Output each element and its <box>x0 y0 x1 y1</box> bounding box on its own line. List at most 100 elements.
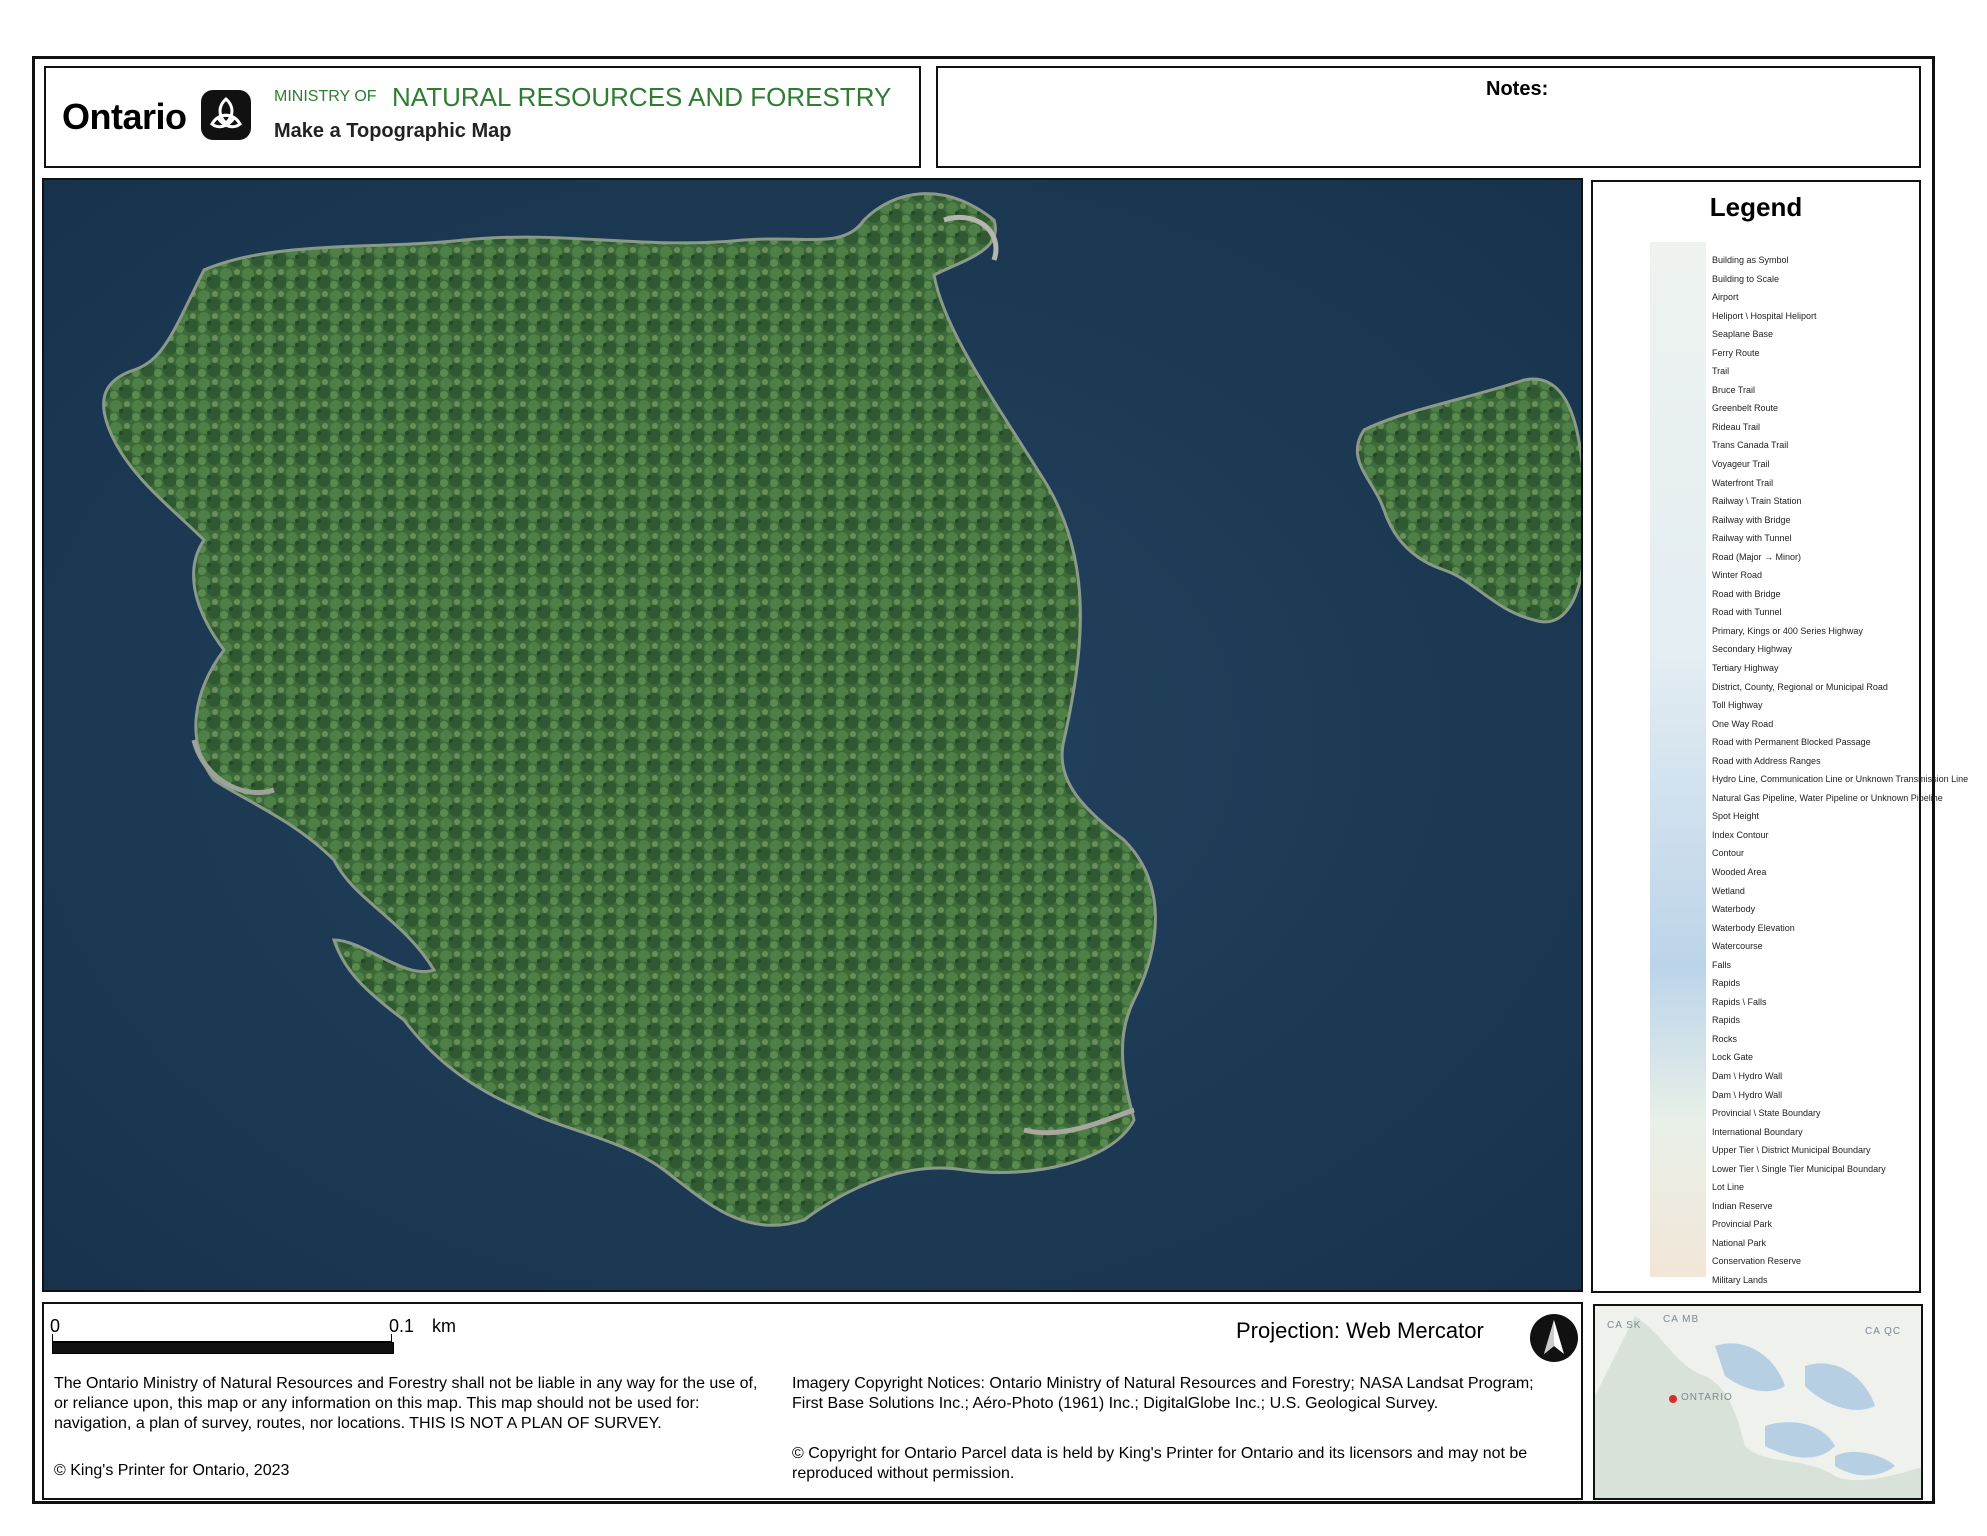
legend-item: Railway with Bridge <box>1652 514 1791 526</box>
inset-label-mb: CA MB <box>1663 1314 1700 1325</box>
legend-item-label: Provincial Park <box>1712 1219 1773 1230</box>
legend-item: Road with Bridge <box>1652 588 1781 600</box>
legend-item-label: Greenbelt Route <box>1712 403 1779 414</box>
scale-unit-label: km <box>432 1316 456 1336</box>
legend-item: Toll Highway <box>1652 699 1763 711</box>
legend-item: Road (Major → Minor) <box>1652 551 1801 563</box>
legend-item-label: Waterbody Elevation <box>1712 922 1795 933</box>
projection-label: Projection: Web Mercator <box>1236 1318 1484 1343</box>
legend-item: Railway \ Train Station <box>1652 495 1802 507</box>
legend-item-label: Natural Gas Pipeline, Water Pipeline or … <box>1712 792 1943 803</box>
legend-item: Wooded Area <box>1652 866 1766 878</box>
legend-item-label: Road (Major → Minor) <box>1712 551 1802 562</box>
legend-item: Natural Gas Pipeline, Water Pipeline or … <box>1652 792 1943 804</box>
copyright-text: © King's Printer for Ontario, 2023 <box>54 1462 290 1479</box>
legend-item-label: Railway \ Train Station <box>1712 496 1802 507</box>
ministry-prefix: MINISTRY OF <box>274 88 377 105</box>
legend-item-label: Wooded Area <box>1712 867 1767 877</box>
legend-symbol-icon <box>1652 1255 1704 1267</box>
legend-item-label: Heliport \ Hospital Heliport <box>1712 310 1817 321</box>
legend-item-label: Provincial \ State Boundary <box>1712 1108 1821 1119</box>
scale-bar <box>52 1342 394 1354</box>
legend-item: Indian Reserve <box>1652 1200 1773 1212</box>
legend-item-label: Falls <box>1712 959 1732 970</box>
legend-item: Dam \ Hydro Wall <box>1652 1070 1782 1082</box>
legend-symbol-icon <box>1652 365 1704 377</box>
legend-item: Rapids \ Falls <box>1652 996 1767 1008</box>
legend-item-label: Watercourse <box>1712 941 1763 952</box>
legend-item-label: Rideau Trail <box>1712 421 1761 432</box>
notes-panel[interactable]: Notes: <box>936 66 1921 168</box>
legend-item: Waterbody <box>1652 903 1755 915</box>
legend-symbol-icon <box>1652 495 1704 507</box>
legend-item-label: Trail <box>1712 366 1730 377</box>
legend-item: Airport <box>1652 291 1739 303</box>
legend-symbol-icon <box>1652 1051 1704 1063</box>
legend-symbol-icon <box>1652 1218 1704 1230</box>
legend-symbol-icon <box>1652 829 1704 841</box>
legend-item-label: District, County, Regional or Municipal … <box>1712 681 1888 692</box>
legend-symbol-icon <box>1652 328 1704 340</box>
legend-item: Heliport \ Hospital Heliport <box>1652 310 1817 322</box>
legend-item-label: Road with Tunnel <box>1712 607 1782 618</box>
legend-item: Lower Tier \ Single Tier Municipal Bound… <box>1652 1163 1886 1175</box>
legend-item-label: Rapids <box>1712 978 1741 989</box>
overview-inset-map[interactable]: CA SK CA MB CA QC ONTARIO <box>1593 1304 1923 1500</box>
legend-item: Wetland <box>1652 885 1745 897</box>
legend-item-label: Ferry Route <box>1712 347 1760 358</box>
legend-item: Dam \ Hydro Wall <box>1652 1089 1782 1101</box>
legend-item-label: National Park <box>1712 1237 1767 1248</box>
legend-item: Rideau Trail <box>1652 421 1760 433</box>
legend-item: Hydro Line, Communication Line or Unknow… <box>1652 773 1968 785</box>
legend-symbol-icon <box>1652 273 1704 285</box>
legend-item: Waterbody Elevation <box>1652 922 1795 934</box>
legend-item: Falls <box>1652 959 1731 971</box>
legend-item: Military Lands <box>1652 1274 1768 1286</box>
legend-item: Upper Tier \ District Municipal Boundary <box>1652 1144 1871 1156</box>
header-panel: Ontario MINISTRY OF NATURAL RESOURCES AN… <box>44 66 921 168</box>
legend-item: Ferry Route <box>1652 347 1760 359</box>
legend-symbol-icon <box>1652 718 1704 730</box>
legend-item-label: Tertiary Highway <box>1712 663 1779 673</box>
legend-item-label: Dam \ Hydro Wall <box>1712 1089 1783 1100</box>
legend-item-label: Index Contour <box>1712 829 1769 840</box>
legend-symbol-icon <box>1652 903 1704 915</box>
legend-symbol-icon <box>1652 1107 1704 1119</box>
ministry-name: NATURAL RESOURCES AND FORESTRY <box>392 82 892 112</box>
legend-item-label: Waterfront Trail <box>1712 477 1774 488</box>
legend-item: District, County, Regional or Municipal … <box>1652 681 1888 693</box>
ontario-logo-text: Ontario <box>62 96 187 137</box>
legend-symbol-icon <box>1652 755 1704 767</box>
legend-title: Legend <box>1709 192 1803 222</box>
legend-item: Conservation Reserve <box>1652 1255 1801 1267</box>
legend-symbol-icon <box>1652 1200 1704 1212</box>
legend-symbol-icon <box>1652 532 1704 544</box>
legend-item: Secondary Highway <box>1652 643 1792 655</box>
legend-item-label: Conservation Reserve <box>1712 1256 1802 1267</box>
legend-item: Lock Gate <box>1652 1051 1753 1063</box>
scale-end-label: 0.1 <box>389 1316 415 1336</box>
legend-item: Greenbelt Route <box>1652 402 1778 414</box>
legend-item: Road with Permanent Blocked Passage <box>1652 736 1871 748</box>
legend-symbol-icon <box>1652 347 1704 359</box>
legend-item: Index Contour <box>1652 829 1769 841</box>
legend-item: Rocks <box>1652 1033 1737 1045</box>
legend-symbol-icon <box>1652 847 1704 859</box>
legend-symbol-icon <box>1652 1163 1704 1175</box>
legend-item-label: Lot Line <box>1712 1182 1745 1193</box>
legend-item: Winter Road <box>1652 569 1762 581</box>
legend-item-label: Rapids <box>1712 1015 1741 1026</box>
map-view[interactable] <box>42 178 1583 1292</box>
legend-item: Tertiary Highway <box>1652 662 1779 674</box>
legend-item-label: International Boundary <box>1712 1126 1803 1137</box>
legend-item-label: Rapids \ Falls <box>1712 996 1767 1007</box>
legend-symbol-icon <box>1652 940 1704 952</box>
imagery-notice: Imagery Copyright Notices: Ontario Minis… <box>792 1375 1534 1412</box>
legend-item: International Boundary <box>1652 1126 1803 1138</box>
legend-item-label: Trans Canada Trail <box>1712 440 1789 451</box>
legend-item: Trans Canada Trail <box>1652 439 1788 451</box>
legend-item-label: Winter Road <box>1712 570 1763 581</box>
legend-symbol-icon <box>1652 699 1704 711</box>
legend-item: Rapids <box>1652 977 1740 989</box>
inset-label-ontario: ONTARIO <box>1681 1392 1733 1403</box>
